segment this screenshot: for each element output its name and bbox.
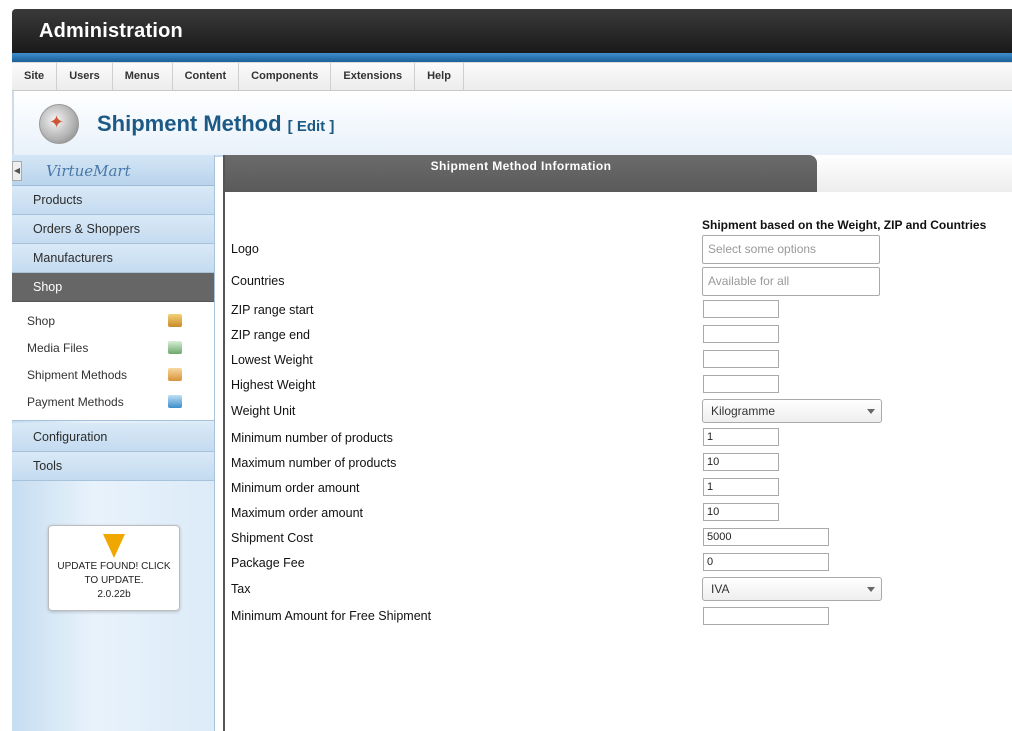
header-stripe	[12, 53, 1012, 62]
update-line-2: TO UPDATE.	[84, 575, 144, 586]
min-products-input[interactable]: 1	[703, 428, 779, 446]
virtuemart-logo-text: VirtueMart	[46, 162, 131, 180]
main-content: Shipment Method Information Shipment bas…	[223, 155, 1012, 731]
logo-select[interactable]: Select some options	[702, 235, 880, 264]
countries-label: Countries	[231, 274, 285, 288]
chevron-down-icon	[867, 409, 875, 414]
media-files-icon	[168, 341, 182, 354]
main-menu: Site Users Menus Content Components Exte…	[12, 62, 1012, 91]
weight-unit-label: Weight Unit	[231, 404, 296, 418]
collapse-sidebar-icon[interactable]: ◀	[12, 161, 22, 181]
virtuemart-logo: ◀ VirtueMart	[12, 155, 214, 186]
max-order-label: Maximum order amount	[231, 506, 363, 520]
warning-icon	[103, 534, 125, 558]
page-title-text: Shipment Method	[97, 111, 282, 136]
truck-icon	[168, 368, 182, 381]
subitem-media-files[interactable]: Media Files	[12, 335, 214, 362]
page-titlebar: ✦ Shipment Method [ Edit ]	[12, 91, 1012, 157]
countries-select[interactable]: Available for all	[702, 267, 880, 296]
shipment-logo-icon: ✦	[39, 104, 79, 144]
zip-end-label: ZIP range end	[231, 328, 310, 342]
shipment-cost-label: Shipment Cost	[231, 531, 313, 545]
weight-unit-select[interactable]: Kilogramme	[702, 399, 882, 423]
tax-select[interactable]: IVA	[702, 577, 882, 601]
sidebar-item-products[interactable]: Products	[12, 186, 214, 215]
menu-site[interactable]: Site	[12, 63, 58, 90]
package-fee-label: Package Fee	[231, 556, 305, 570]
edit-label: [ Edit ]	[287, 118, 335, 135]
tax-value: IVA	[711, 582, 730, 596]
zip-start-label: ZIP range start	[231, 303, 314, 317]
subitem-shipment-methods[interactable]: Shipment Methods	[12, 362, 214, 389]
free-shipment-label: Minimum Amount for Free Shipment	[231, 609, 432, 623]
update-version: 2.0.22b	[97, 589, 131, 600]
subitem-media-files-label: Media Files	[27, 341, 89, 355]
subitem-payment-methods[interactable]: Payment Methods	[12, 389, 214, 416]
zip-start-input[interactable]	[703, 300, 779, 318]
highest-weight-input[interactable]	[703, 375, 779, 393]
min-products-label: Minimum number of products	[231, 431, 393, 445]
menu-menus[interactable]: Menus	[113, 63, 173, 90]
subitem-shipment-methods-label: Shipment Methods	[27, 368, 128, 382]
header-bar: Administration	[12, 9, 1012, 53]
sidebar-item-shop[interactable]: Shop	[12, 273, 214, 302]
max-products-label: Maximum number of products	[231, 456, 397, 470]
subitem-shop-label: Shop	[27, 314, 56, 328]
admin-window: Administration Site Users Menus Content …	[12, 9, 1012, 731]
menu-help[interactable]: Help	[415, 63, 464, 90]
sidebar-item-configuration[interactable]: Configuration	[12, 423, 214, 452]
package-fee-input[interactable]: 0	[703, 553, 829, 571]
page-title: Shipment Method [ Edit ]	[97, 111, 334, 137]
max-products-input[interactable]: 10	[703, 453, 779, 471]
payment-icon	[168, 395, 182, 408]
lowest-weight-label: Lowest Weight	[231, 353, 313, 367]
sidebar-item-manufacturers[interactable]: Manufacturers	[12, 244, 214, 273]
menu-components[interactable]: Components	[239, 63, 332, 90]
update-notice-button[interactable]: UPDATE FOUND! CLICK TO UPDATE. 2.0.22b	[48, 525, 180, 611]
highest-weight-label: Highest Weight	[231, 378, 316, 392]
logo-label: Logo	[231, 242, 259, 256]
menu-content[interactable]: Content	[173, 63, 240, 90]
shop-icon	[168, 314, 182, 327]
tab-shipment-method-information[interactable]: Shipment Method Information	[225, 155, 817, 192]
menu-users[interactable]: Users	[57, 63, 113, 90]
free-shipment-input[interactable]	[703, 607, 829, 625]
shipment-cost-input[interactable]: 5000	[703, 528, 829, 546]
sidebar-item-orders-shoppers[interactable]: Orders & Shoppers	[12, 215, 214, 244]
weight-unit-value: Kilogramme	[711, 404, 776, 418]
subitem-payment-methods-label: Payment Methods	[27, 395, 124, 409]
min-order-label: Minimum order amount	[231, 481, 360, 495]
sidebar: ◀ VirtueMart Products Orders & Shoppers …	[12, 155, 215, 731]
shop-submenu: Shop Media Files Shipment Methods Paymen…	[12, 302, 214, 421]
zip-end-input[interactable]	[703, 325, 779, 343]
admin-title: Administration	[39, 20, 183, 42]
sidebar-item-tools[interactable]: Tools	[12, 452, 214, 481]
menu-extensions[interactable]: Extensions	[331, 63, 416, 90]
max-order-input[interactable]: 10	[703, 503, 779, 521]
tax-label: Tax	[231, 582, 251, 596]
min-order-input[interactable]: 1	[703, 478, 779, 496]
plugin-description: Shipment based on the Weight, ZIP and Co…	[702, 218, 987, 232]
subitem-shop[interactable]: Shop	[12, 308, 214, 335]
tab-bar-filler	[817, 155, 1012, 192]
update-line-1: UPDATE FOUND! CLICK	[57, 561, 171, 572]
lowest-weight-input[interactable]	[703, 350, 779, 368]
chevron-down-icon	[867, 587, 875, 592]
